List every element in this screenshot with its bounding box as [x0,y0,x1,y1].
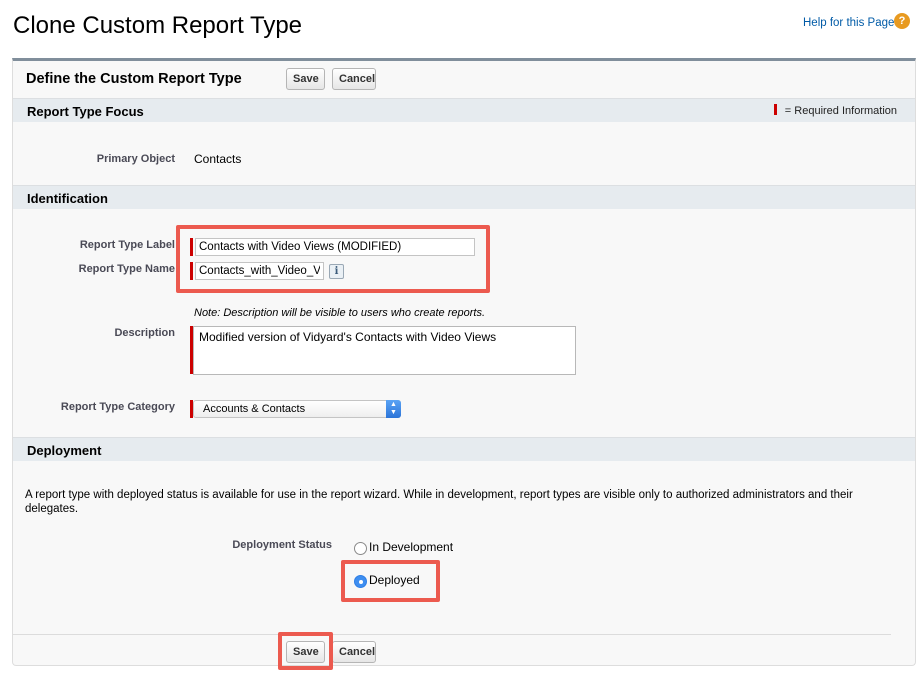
highlight-box-save [278,632,333,670]
section-identification: Identification [13,185,915,209]
panel-title: Define the Custom Report Type [26,71,242,87]
panel-header: Define the Custom Report Type Save Cance… [13,61,915,98]
report-type-label-label: Report Type Label [79,239,175,251]
cancel-button-top[interactable]: Cancel [332,68,376,90]
category-selected-value: Accounts & Contacts [203,403,306,415]
highlight-box-identification [176,225,490,293]
footer-divider [13,634,891,635]
report-type-name-label: Report Type Name [78,263,175,275]
section-title-deployment: Deployment [27,443,102,458]
radio-in-development[interactable] [354,542,367,555]
description-note: Note: Description will be visible to use… [194,307,486,319]
description-label: Description [114,327,175,339]
report-type-category-label: Report Type Category [60,401,175,413]
description-textarea[interactable]: Modified version of Vidyard's Contacts w… [193,326,576,375]
cancel-button-bottom[interactable]: Cancel [332,641,376,663]
required-legend: = Required Information [773,104,897,117]
section-deployment: Deployment [13,437,915,461]
radio-label-in-development[interactable]: In Development [369,540,453,554]
report-type-panel: Define the Custom Report Type Save Cance… [12,58,916,670]
section-title-focus: Report Type Focus [27,104,144,119]
save-button-top[interactable]: Save [286,68,325,90]
required-legend-text: = Required Information [784,105,897,117]
deployment-description: A report type with deployed status is av… [25,489,853,515]
report-type-category-select[interactable]: Accounts & Contacts ▲ ▼ [193,400,401,418]
page-title: Clone Custom Report Type [13,12,303,39]
help-link[interactable]: Help for this Page [803,17,894,29]
section-report-type-focus: Report Type Focus = Required Information [13,98,915,122]
select-arrows-icon: ▲ ▼ [386,400,401,418]
required-marker-icon [773,104,777,115]
highlight-box-deployed [341,560,440,602]
help-question-icon[interactable]: ? [894,13,910,29]
primary-object-value: Contacts [194,152,242,166]
deployment-status-label: Deployment Status [232,539,332,551]
section-title-identification: Identification [27,191,108,206]
primary-object-label: Primary Object [96,153,175,165]
